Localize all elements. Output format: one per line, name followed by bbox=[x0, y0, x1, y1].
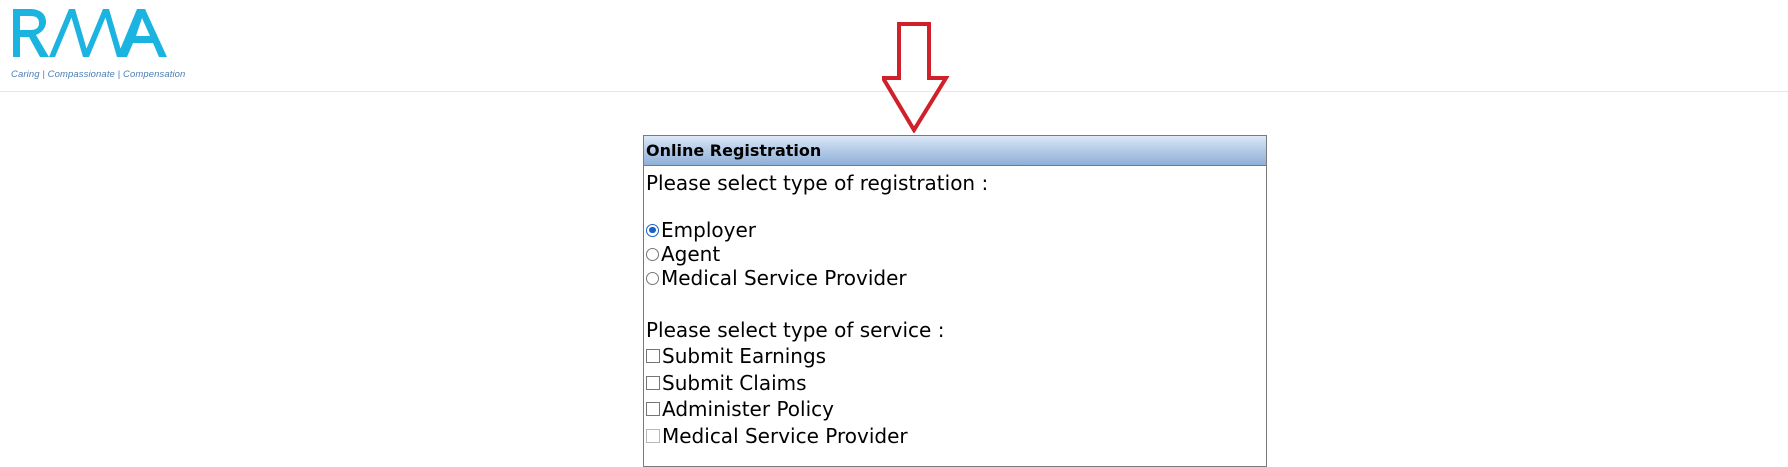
submit-claims-label[interactable]: Submit Claims bbox=[662, 370, 807, 397]
submit-claims-checkbox[interactable] bbox=[646, 375, 660, 390]
submit-earnings-checkbox[interactable] bbox=[646, 349, 660, 364]
medical-service-provider-checkbox[interactable] bbox=[646, 428, 660, 443]
panel-body: Please select type of registration : Emp… bbox=[644, 170, 1266, 449]
registration-option-medical-service-provider[interactable]: Medical Service Provider bbox=[646, 266, 1266, 290]
arrow-down-icon bbox=[879, 21, 952, 134]
agent-label[interactable]: Agent bbox=[661, 242, 720, 266]
submit-earnings-label[interactable]: Submit Earnings bbox=[662, 343, 826, 370]
service-option-submit-claims[interactable]: Submit Claims bbox=[646, 370, 1266, 397]
medical-service-provider-radio[interactable] bbox=[646, 271, 659, 285]
agent-radio[interactable] bbox=[646, 247, 659, 261]
registration-option-agent[interactable]: Agent bbox=[646, 242, 1266, 266]
registration-type-prompt: Please select type of registration : bbox=[646, 171, 989, 195]
medical-service-provider-label[interactable]: Medical Service Provider bbox=[661, 266, 907, 290]
employer-label[interactable]: Employer bbox=[661, 218, 756, 242]
rma-logo-mark bbox=[13, 9, 167, 57]
online-registration-panel: Online Registration Please select type o… bbox=[643, 135, 1267, 467]
employer-radio[interactable] bbox=[646, 223, 659, 237]
service-option-administer-policy[interactable]: Administer Policy bbox=[646, 396, 1266, 423]
registration-option-employer[interactable]: Employer bbox=[646, 218, 1266, 242]
panel-title: Online Registration bbox=[644, 136, 1266, 166]
service-option-medical-service-provider[interactable]: Medical Service Provider bbox=[646, 423, 1266, 450]
medical-service-provider-service-label[interactable]: Medical Service Provider bbox=[662, 423, 908, 450]
service-type-prompt: Please select type of service : bbox=[646, 318, 945, 342]
administer-policy-label[interactable]: Administer Policy bbox=[662, 396, 834, 423]
administer-policy-checkbox[interactable] bbox=[646, 402, 660, 417]
rma-logo[interactable]: Caring | Compassionate | Compensation bbox=[9, 7, 186, 83]
service-option-submit-earnings[interactable]: Submit Earnings bbox=[646, 343, 1266, 370]
logo-tagline: Caring | Compassionate | Compensation bbox=[11, 69, 186, 80]
